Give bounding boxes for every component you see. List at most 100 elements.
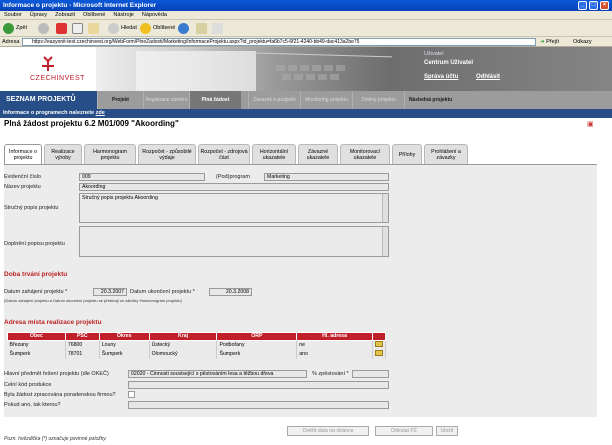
table-row[interactable]: Šumperk 78701 Šumperk Olomoucký Šumperk … xyxy=(7,350,387,359)
tab-harmonogram[interactable]: Harmonogram projektu xyxy=(84,144,136,164)
podprogram-field[interactable]: Marketing xyxy=(264,173,389,181)
popis-scrollbar[interactable] xyxy=(382,194,388,222)
close-icon[interactable]: × xyxy=(600,1,609,10)
minimize-icon[interactable]: _ xyxy=(578,1,587,10)
required-note: Pozn. hvězdička (*) označuje povinné pol… xyxy=(4,436,107,442)
browser-toolbar: Zpět Hledat Oblíbené xyxy=(0,20,612,37)
predmet-field[interactable]: 02020 - Činnosti související s pěstování… xyxy=(128,370,307,378)
menu-help[interactable]: Nápověda xyxy=(138,11,171,20)
tab-rozpocet-zdroje[interactable]: Rozpočet - zdrojová část xyxy=(198,144,250,164)
menu-favorites[interactable]: Oblíbené xyxy=(79,11,109,20)
folder-icon[interactable] xyxy=(374,341,383,347)
czechinvest-logo[interactable]: CZECHINVEST xyxy=(0,47,96,91)
col-okres: Okres xyxy=(98,332,150,341)
print-page-icon[interactable]: ▣ xyxy=(587,120,596,128)
menu-view[interactable]: Zobrazit xyxy=(51,11,79,20)
tab-prohlaseni[interactable]: Prohlášení a závazky xyxy=(424,144,468,164)
celni-kod-label: Celní kód produkce xyxy=(4,382,52,388)
refresh-button[interactable] xyxy=(72,22,83,35)
tab-rozpocet-vydaje[interactable]: Rozpočet - způsobilé výdaje xyxy=(138,144,196,164)
mail-button[interactable] xyxy=(196,22,207,35)
doplneni-scrollbar[interactable] xyxy=(382,227,388,256)
poradenska-checkbox[interactable] xyxy=(128,391,135,398)
end-date-field[interactable]: 20.3.2008 xyxy=(209,288,252,296)
doplneni-textarea[interactable] xyxy=(79,226,389,257)
project-tabs: Informace o projektu Realizace výroby Ha… xyxy=(4,144,596,164)
cell-hl-adresa: ano xyxy=(296,350,373,359)
tab-monitorovaci[interactable]: Monitorovací ukazatele xyxy=(340,144,390,164)
pokud-field[interactable] xyxy=(128,401,389,409)
cell-action xyxy=(372,340,387,350)
project-list-link[interactable]: SEZNAM PROJEKTŮ xyxy=(0,91,97,109)
back-button[interactable]: Zpět xyxy=(3,22,27,35)
address-input[interactable]: https://easyonit-test.czechinvest.org/We… xyxy=(22,38,536,46)
cell-action xyxy=(372,350,387,359)
window-titlebar: Informace o projektu - Microsoft Interne… xyxy=(0,0,612,11)
back-label: Zpět xyxy=(16,25,28,31)
poradenska-label: Byla žádost zpracována poradenskou firmo… xyxy=(4,392,116,398)
media-button[interactable] xyxy=(178,22,189,35)
cell-kraj: Ústecký xyxy=(149,340,218,350)
menu-tools[interactable]: Nástroje xyxy=(109,11,137,20)
address-label: Adresa xyxy=(2,39,20,45)
procento-field[interactable] xyxy=(352,370,389,378)
cell-hl-adresa: ne xyxy=(296,340,373,350)
stop-button[interactable] xyxy=(56,22,67,35)
submit-button[interactable]: Odeslat PŽ xyxy=(375,426,433,436)
cell-okres: Louny xyxy=(99,340,150,350)
nav-zavazek[interactable]: Závazek o podpoře xyxy=(248,91,300,109)
nav-nasledna[interactable]: Následná projektu xyxy=(404,91,456,109)
procento-label: % zpěstování * xyxy=(312,371,349,377)
main-nav: SEZNAM PROJEKTŮ Projekt Registrace záměr… xyxy=(0,91,612,109)
nav-zmeny[interactable]: Změny projektu xyxy=(352,91,404,109)
site-header: CZECHINVEST Uživatel Centrum Uživatel Sp… xyxy=(0,47,612,91)
end-date-label: Datum ukončení projektu * xyxy=(130,289,195,295)
home-icon xyxy=(88,23,99,34)
tab-realizace[interactable]: Realizace výroby xyxy=(44,144,82,164)
favorites-button[interactable]: Oblíbené xyxy=(140,22,175,35)
user-label: Uživatel xyxy=(424,51,444,57)
celni-kod-field[interactable] xyxy=(128,381,389,389)
nazev-field[interactable]: Akoording xyxy=(79,183,389,191)
nav-projekt[interactable]: Projekt xyxy=(97,91,143,109)
nav-plna-zadost[interactable]: Plná žádost xyxy=(189,91,241,109)
maximize-icon[interactable]: □ xyxy=(589,1,598,10)
tab-informace[interactable]: Informace o projektu xyxy=(4,144,42,164)
favorites-label: Oblíbené xyxy=(153,25,176,31)
col-kraj: Kraj xyxy=(148,332,218,341)
stop-icon xyxy=(56,23,67,34)
tab-horizontalni[interactable]: Horizontální ukazatele xyxy=(252,144,296,164)
verify-button[interactable]: Ověřit data na stránce xyxy=(287,426,369,436)
col-action xyxy=(371,332,387,341)
address-table: Obec PSČ Okres Kraj ORP Hl. adresa Březa… xyxy=(7,332,387,359)
user-panel: Uživatel Centrum Uživatel Správa účtu Od… xyxy=(392,47,612,91)
folder-icon[interactable] xyxy=(374,350,383,356)
account-link[interactable]: Správa účtu xyxy=(424,74,458,80)
cell-orp: Šumperk xyxy=(216,350,298,359)
nav-registrace[interactable]: Registrace záměru xyxy=(143,91,189,109)
go-arrow-icon: ➔ xyxy=(540,39,545,45)
keyboard-photo xyxy=(136,51,397,91)
save-button[interactable]: Uložit xyxy=(436,426,458,436)
search-button[interactable]: Hledat xyxy=(108,22,137,35)
menu-edit[interactable]: Úpravy xyxy=(26,11,51,20)
forward-button[interactable] xyxy=(38,22,49,35)
links-button[interactable]: Odkazy xyxy=(573,38,592,46)
tab-prilohy[interactable]: Přílohy xyxy=(392,144,422,164)
tab-zavazne[interactable]: Závazné ukazatele xyxy=(298,144,338,164)
evidencni-field[interactable]: 009 xyxy=(79,173,205,181)
menu-file[interactable]: Soubor xyxy=(0,11,26,20)
table-row[interactable]: Březany 76800 Louny Ústecký Podbořany ne xyxy=(7,340,387,350)
print-button[interactable] xyxy=(212,22,223,35)
go-button[interactable]: ➔ Přejít xyxy=(540,38,559,46)
popis-text: Stručný popis projektu Akoording xyxy=(82,195,158,201)
window-title: Informace o projektu - Microsoft Interne… xyxy=(3,2,157,9)
pokud-label: Pokud ano, tak kterou? xyxy=(4,402,61,408)
go-label: Přejít xyxy=(546,39,559,45)
logout-link[interactable]: Odhlásit xyxy=(476,74,500,80)
info-link[interactable]: zde xyxy=(96,110,105,116)
nav-monitoring[interactable]: Monitoring projektu xyxy=(300,91,352,109)
start-date-field[interactable]: 20.3.2007 xyxy=(93,288,127,296)
popis-textarea[interactable]: Stručný popis projektu Akoording xyxy=(79,193,389,223)
home-button[interactable] xyxy=(88,22,99,35)
